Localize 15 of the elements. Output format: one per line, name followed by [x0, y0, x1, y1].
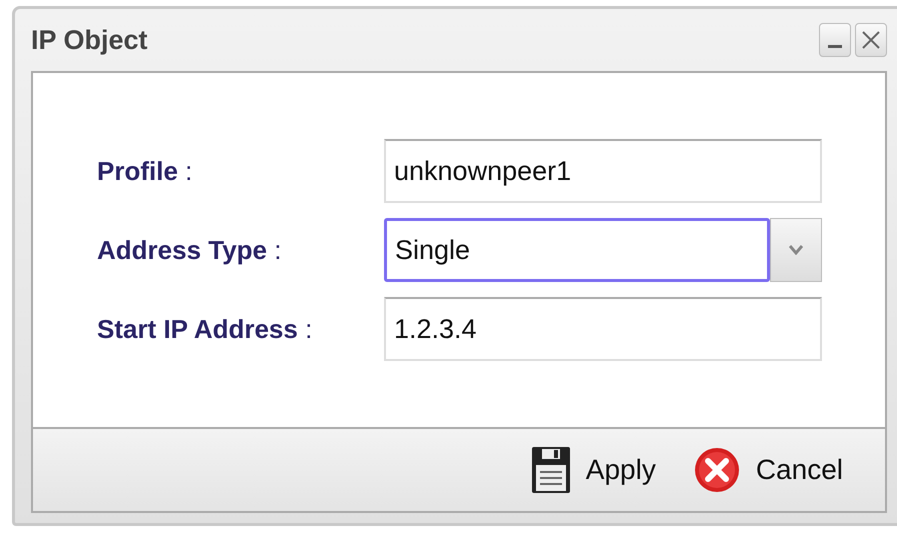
minimize-button[interactable] [819, 23, 851, 57]
field-label: Start IP Address : [97, 312, 314, 346]
input-field[interactable]: 1.2.3.4 [384, 297, 822, 361]
apply-button[interactable]: Apply [532, 447, 656, 493]
chevron-down-icon [789, 245, 803, 255]
field-label: Address Type : [97, 234, 282, 266]
close-button[interactable] [855, 23, 887, 57]
minimize-icon [828, 44, 842, 48]
dropdown-field[interactable]: Single [384, 218, 770, 282]
field-label: Profile : [97, 154, 194, 188]
cancel-icon [694, 447, 740, 493]
window-title: IP Object [31, 24, 148, 57]
close-icon [861, 30, 881, 50]
cancel-button[interactable]: Cancel [694, 447, 843, 493]
input-field[interactable]: unknownpeer1 [384, 139, 822, 203]
